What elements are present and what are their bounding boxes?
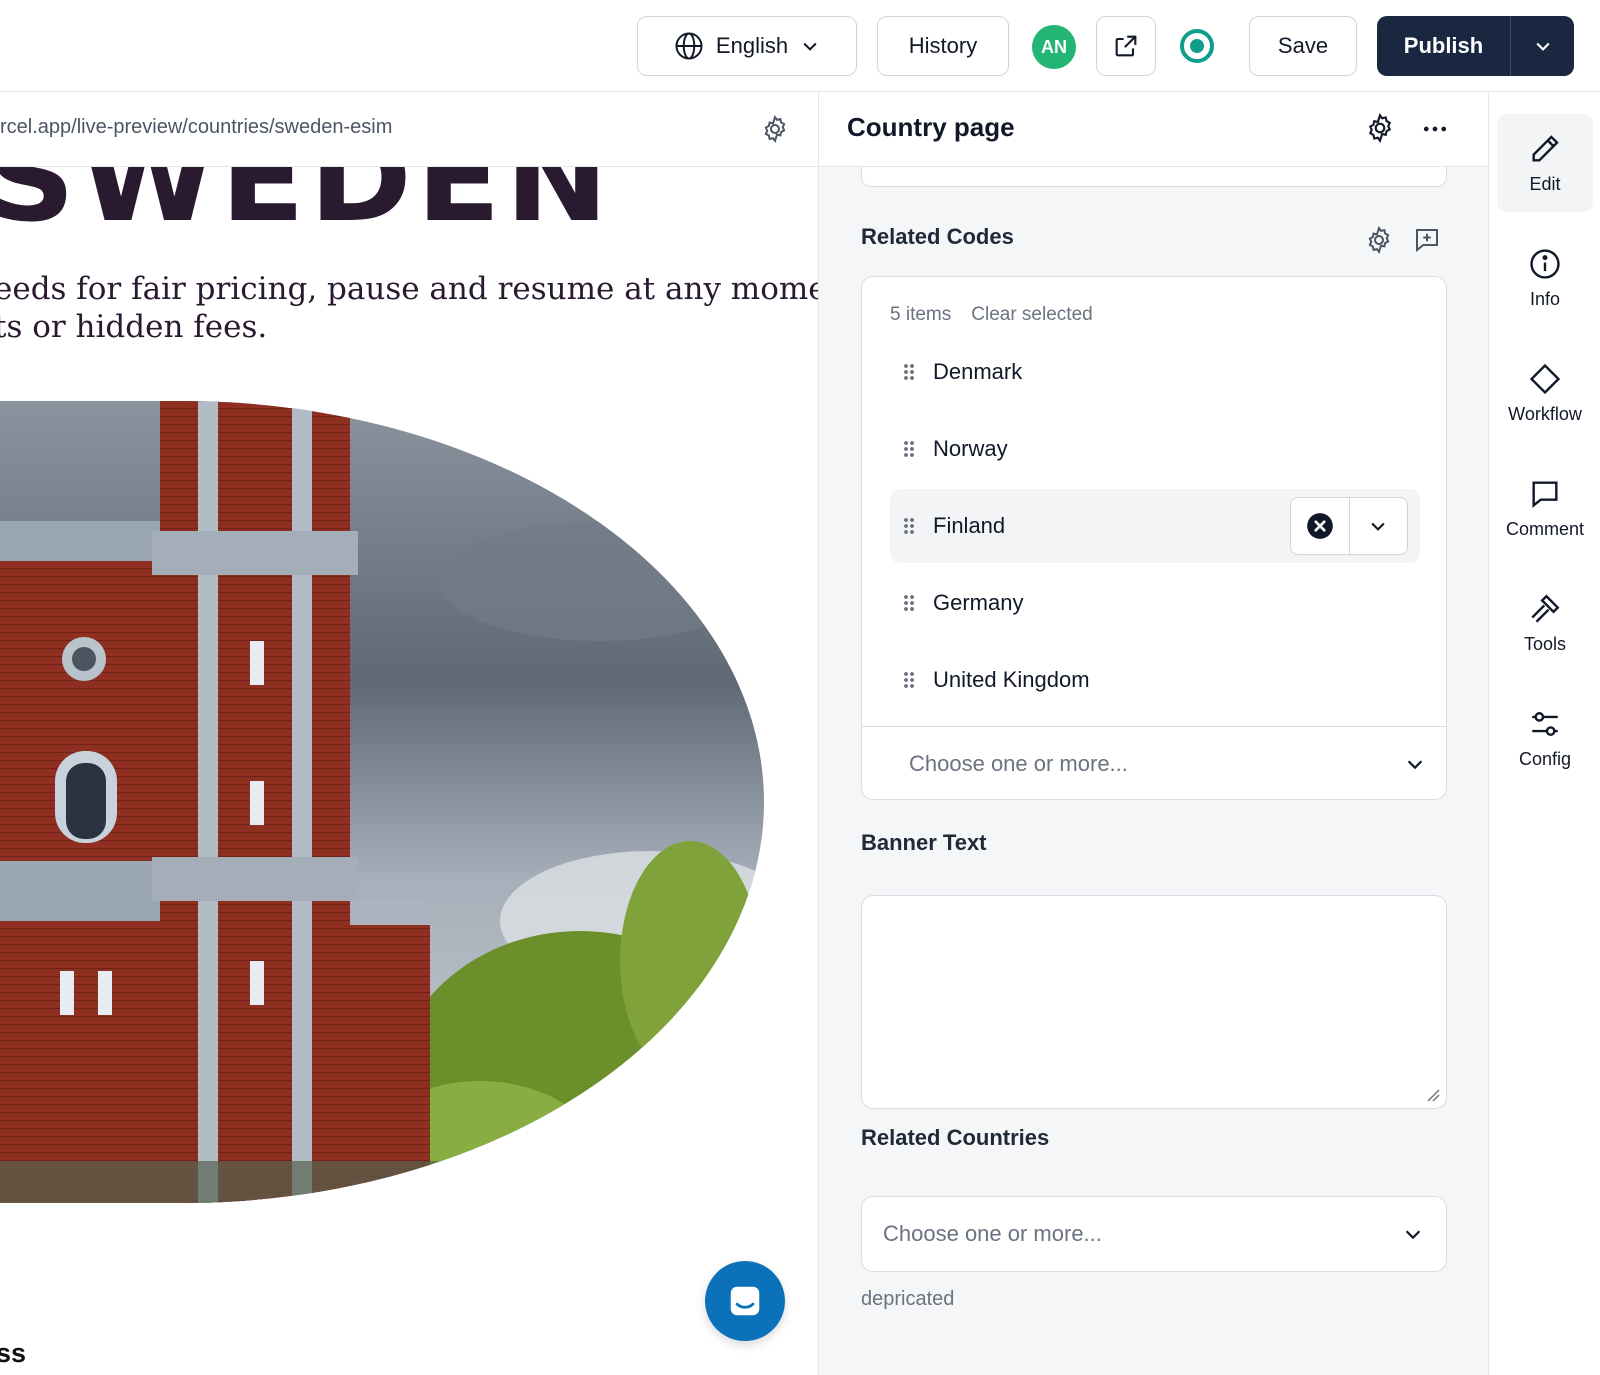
page-title: Country page: [847, 112, 1015, 142]
drag-handle-icon[interactable]: [903, 517, 915, 535]
rail-item-info[interactable]: Info: [1497, 229, 1593, 327]
gear-icon[interactable]: [760, 114, 790, 144]
rail-item-workflow[interactable]: Workflow: [1497, 344, 1593, 442]
select-placeholder: Choose one or more...: [909, 751, 1128, 776]
chevron-down-icon: [1405, 1230, 1421, 1240]
hero-subtitle-line: eeds for fair pricing, pause and resume …: [0, 271, 819, 307]
live-preview-pane: SWEDEN eeds for fair pricing, pause and …: [0, 92, 819, 1375]
editor-pane: Country page Related Codes 5 items Clear…: [819, 92, 1488, 1375]
list-item-label: Finland: [933, 513, 1006, 538]
right-rail: Edit Info Workflow Comment Tools Config: [1488, 92, 1600, 1375]
rail-item-comment[interactable]: Comment: [1497, 459, 1593, 557]
related-codes-select[interactable]: Choose one or more...: [862, 726, 1446, 799]
drag-handle-icon[interactable]: [903, 363, 915, 381]
list-item-label: Germany: [933, 590, 1024, 615]
history-button[interactable]: History: [877, 16, 1009, 76]
more-options-icon[interactable]: [1420, 114, 1450, 144]
add-comment-icon[interactable]: [1412, 225, 1442, 255]
save-button[interactable]: Save: [1249, 16, 1357, 76]
drag-handle-icon[interactable]: [903, 440, 915, 458]
rail-item-label: Comment: [1505, 518, 1585, 539]
section-heading-fragment: ss: [0, 1338, 27, 1368]
list-item[interactable]: Norway: [890, 412, 1420, 486]
publish-button[interactable]: Publish: [1377, 16, 1511, 76]
open-external-button[interactable]: [1096, 16, 1156, 76]
diamond-icon: [1529, 363, 1561, 394]
chevron-down-icon: [1535, 42, 1550, 51]
field-help-text: depricated: [861, 1288, 955, 1310]
editor-header: Country page: [819, 92, 1488, 167]
rail-item-config[interactable]: Config: [1497, 689, 1593, 787]
rail-item-tools[interactable]: Tools: [1497, 574, 1593, 672]
external-link-icon: [1115, 35, 1137, 57]
rail-item-label: Config: [1518, 748, 1572, 769]
gear-icon[interactable]: [1364, 112, 1396, 144]
selection-meta: 5 items Clear selected: [890, 304, 1093, 326]
list-item-label: Denmark: [933, 359, 1023, 384]
list-item[interactable]: United Kingdom: [890, 643, 1420, 717]
hammer-icon: [1531, 594, 1560, 623]
clear-selected-button[interactable]: Clear selected: [971, 304, 1092, 326]
item-count: 5 items: [890, 304, 952, 325]
language-label: English: [715, 33, 789, 58]
hero-title-region: SWEDEN: [0, 167, 818, 227]
rail-item-label: Edit: [1529, 173, 1561, 194]
related-countries-select[interactable]: Choose one or more...: [861, 1196, 1447, 1272]
banner-text-input[interactable]: [861, 895, 1447, 1109]
hero-subtitle: eeds for fair pricing, pause and resume …: [0, 270, 819, 346]
rail-item-edit[interactable]: Edit: [1497, 114, 1593, 212]
hero-subtitle-line: ts or hidden fees.: [0, 309, 268, 345]
chevron-down-icon: [1407, 760, 1423, 770]
list-item[interactable]: Denmark: [890, 335, 1420, 409]
hero-title: SWEDEN: [0, 167, 613, 227]
rail-item-label: Tools: [1523, 633, 1567, 654]
preview-url[interactable]: rcel.app/live-preview/countries/sweden-e…: [0, 116, 392, 139]
hero-image: [0, 401, 764, 1203]
drag-handle-icon[interactable]: [903, 594, 915, 612]
chevron-down-icon: [1371, 522, 1385, 531]
rail-item-label: Workflow: [1508, 403, 1582, 424]
chat-icon: [730, 1286, 760, 1316]
list-item-active[interactable]: Finland: [890, 489, 1420, 563]
publish-options-button[interactable]: [1511, 16, 1574, 76]
list-item-label: Norway: [933, 436, 1008, 461]
info-icon: [1530, 248, 1560, 279]
publish-group: Publish: [1377, 16, 1574, 76]
chevron-down-icon: [803, 42, 817, 51]
comment-icon: [1532, 480, 1558, 508]
resize-handle-icon[interactable]: [1426, 1088, 1440, 1102]
related-codes-field: 5 items Clear selected Denmark Norway Fi…: [861, 276, 1447, 800]
related-codes-label: Related Codes: [861, 224, 1014, 249]
rail-item-label: Info: [1529, 288, 1561, 309]
gear-icon[interactable]: [1364, 225, 1394, 255]
drag-handle-icon[interactable]: [903, 671, 915, 689]
live-status-indicator[interactable]: [1180, 29, 1214, 63]
expand-item-button[interactable]: [1348, 498, 1408, 554]
item-actions: [1290, 497, 1408, 555]
language-selector[interactable]: English: [637, 16, 857, 76]
pencil-icon: [1532, 134, 1559, 162]
top-bar: English History AN Save Publish: [0, 0, 1600, 92]
globe-icon: [675, 32, 703, 60]
close-circle-icon: [1306, 513, 1333, 539]
preview-url-bar: rcel.app/live-preview/countries/sweden-e…: [0, 92, 818, 167]
sliders-icon: [1532, 711, 1558, 736]
related-countries-label: Related Countries: [861, 1125, 1050, 1150]
list-item[interactable]: Germany: [890, 566, 1420, 640]
banner-text-label: Banner Text: [861, 830, 987, 855]
avatar[interactable]: AN: [1032, 25, 1076, 69]
remove-item-button[interactable]: [1291, 498, 1349, 554]
select-placeholder: Choose one or more...: [883, 1221, 1102, 1246]
chat-launcher-button[interactable]: [705, 1261, 785, 1341]
list-item-label: United Kingdom: [933, 667, 1090, 692]
